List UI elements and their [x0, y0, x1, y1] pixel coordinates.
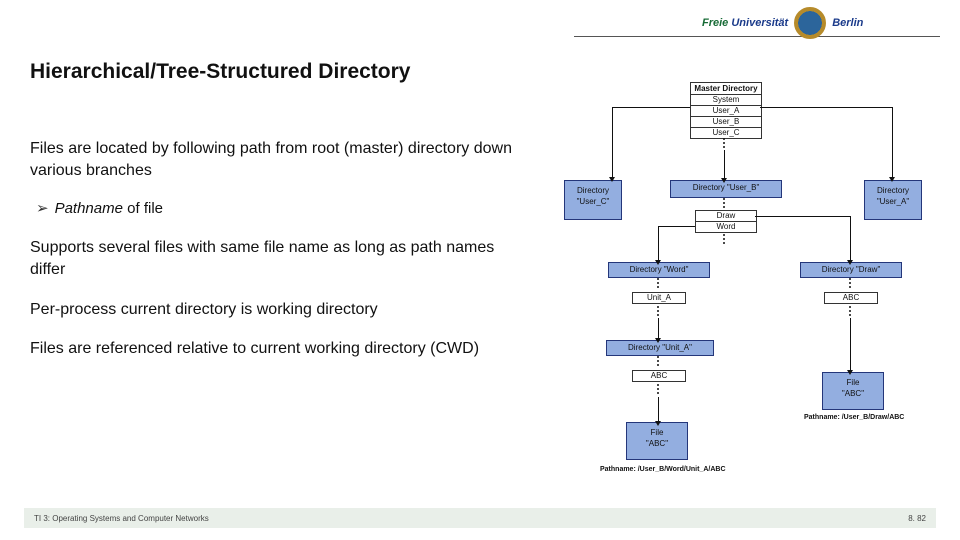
dots-icon: [723, 198, 725, 208]
master-row-1: User_A: [691, 106, 761, 117]
paragraph-1: Files are located by following path from…: [30, 138, 520, 181]
footer-right: 8. 82: [908, 514, 926, 523]
word-table: Unit_A: [632, 292, 686, 304]
file-abc-left: File "ABC": [626, 422, 688, 460]
user-b-row-1: Word: [696, 222, 756, 232]
paragraph-4: Files are referenced relative to current…: [30, 338, 520, 360]
dots-icon: [723, 234, 725, 244]
logo-text: Freie Universität: [702, 17, 788, 29]
unit-a-row-0: ABC: [633, 371, 685, 381]
dots-icon: [849, 278, 851, 288]
user-b-table: Draw Word: [695, 210, 757, 233]
seal-icon: [794, 7, 826, 39]
arrow-line: [760, 107, 892, 108]
arrow-line: [892, 107, 893, 177]
master-row-3: User_C: [691, 128, 761, 138]
pathname-label-2: Pathname: /User_B/Draw/ABC: [804, 414, 904, 421]
draw-row-0: ABC: [825, 293, 877, 303]
arrow-line: [724, 150, 725, 178]
master-row-2: User_B: [691, 117, 761, 128]
page-title: Hierarchical/Tree-Structured Directory: [30, 60, 410, 84]
dir-user-a-box: Directory "User_A": [864, 180, 922, 220]
dots-icon: [657, 306, 659, 316]
university-logo: Freie Universität Berlin: [702, 6, 942, 40]
pathname-label-1: Pathname: /User_B/Word/Unit_A/ABC: [600, 466, 726, 473]
arrow-line: [755, 216, 850, 217]
chevron-right-icon: ➢: [36, 199, 49, 219]
master-directory-box: Master Directory System User_A User_B Us…: [690, 82, 762, 139]
master-directory-header: Master Directory: [691, 83, 761, 95]
dots-icon: [849, 306, 851, 316]
arrow-line: [658, 226, 659, 260]
logo-word-free: Freie: [702, 17, 728, 29]
arrow-line: [850, 216, 851, 260]
body-column: Files are located by following path from…: [30, 138, 520, 378]
arrow-line: [658, 397, 659, 421]
word-row-0: Unit_A: [633, 293, 685, 303]
dir-user-c-box: Directory "User_C": [564, 180, 622, 220]
draw-table: ABC: [824, 292, 878, 304]
dots-icon: [657, 384, 659, 394]
bullet-1-emph: Pathname: [55, 200, 123, 217]
paragraph-2: Supports several files with same file na…: [30, 237, 520, 280]
footer-left: TI 3: Operating Systems and Computer Net…: [34, 514, 209, 523]
unit-a-table: ABC: [632, 370, 686, 382]
bullet-1-rest: of file: [123, 200, 163, 217]
footer-bar: TI 3: Operating Systems and Computer Net…: [24, 508, 936, 528]
paragraph-3: Per-process current directory is working…: [30, 299, 520, 321]
arrow-line: [612, 107, 690, 108]
logo-word-city: Berlin: [832, 17, 863, 29]
logo-word-uni: Universität: [731, 17, 788, 29]
user-b-row-0: Draw: [696, 211, 756, 222]
master-row-0: System: [691, 95, 761, 106]
dots-icon: [657, 278, 659, 288]
tree-diagram: Master Directory System User_A User_B Us…: [550, 82, 950, 502]
arrow-line: [850, 318, 851, 370]
arrow-line: [658, 226, 695, 227]
dots-icon: [723, 138, 725, 148]
dots-icon: [657, 356, 659, 366]
bullet-1-text: Pathname of file: [55, 199, 163, 219]
file-abc-right: File "ABC": [822, 372, 884, 410]
arrow-line: [612, 107, 613, 177]
bullet-1: ➢ Pathname of file: [36, 199, 520, 219]
arrow-line: [658, 318, 659, 338]
